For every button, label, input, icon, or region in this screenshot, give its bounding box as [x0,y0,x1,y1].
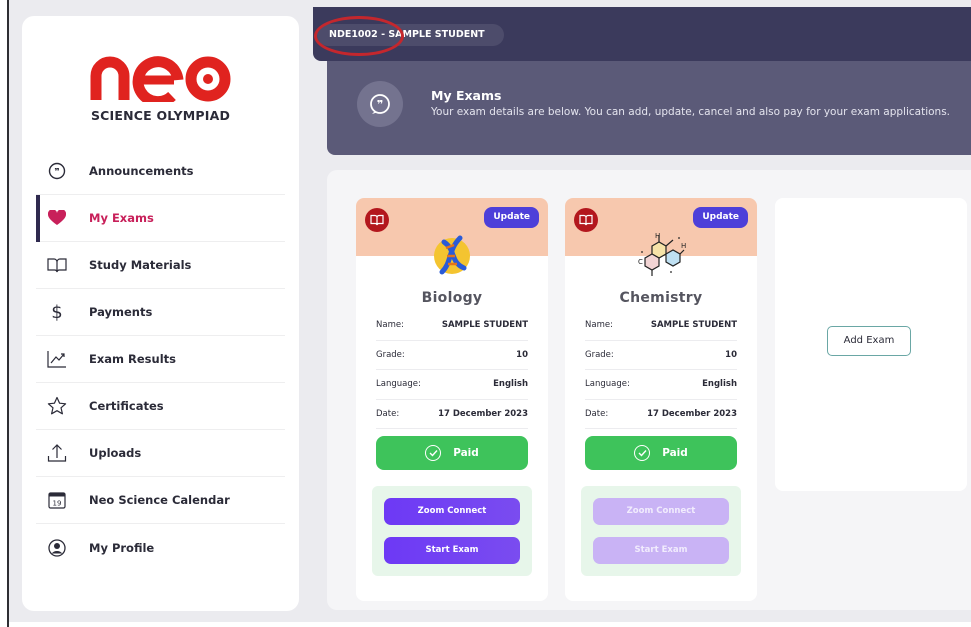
detail-key: Grade: [376,349,405,360]
detail-value: English [702,379,737,390]
brand-logo[interactable]: SCIENCE OLYMPIAD [22,52,299,123]
bottom-strip [9,622,971,627]
sidebar-item-label: Announcements [89,164,194,178]
trend-chart-icon [46,348,68,370]
sidebar-item-label: Exam Results [89,352,176,366]
svg-text:$: $ [51,302,62,322]
molecule-label: H [681,242,686,250]
neo-logo-mark [90,56,230,102]
brand-subtitle: SCIENCE OLYMPIAD [90,108,231,123]
update-button[interactable]: Update [693,207,748,228]
calendar-icon: 19 [46,489,68,511]
detail-key: Grade: [585,349,614,360]
dna-icon [434,235,470,275]
sidebar-item-announcements[interactable]: ❞ Announcements [36,148,285,195]
add-exam-button[interactable]: Add Exam [827,326,911,356]
start-exam-button[interactable]: Start Exam [593,537,729,564]
detail-row-language: Language: English [585,370,737,400]
sidebar-item-label: My Exams [89,211,154,225]
sidebar-item-certificates[interactable]: Certificates [36,383,285,430]
svg-text:❞: ❞ [377,98,383,111]
sidebar-item-label: My Profile [89,540,155,555]
detail-value: 10 [725,349,737,360]
detail-key: Language: [585,379,630,390]
heart-icon [46,207,68,229]
add-exam-card: Add Exam [775,198,967,491]
sidebar-item-label: Study Materials [89,258,192,272]
detail-key: Date: [585,408,609,419]
check-circle-icon [634,445,651,461]
dollar-icon: $ [46,301,68,323]
page-subtitle: Your exam details are below. You can add… [431,106,951,118]
book-icon [365,208,389,232]
sidebar-item-label: Payments [89,305,153,319]
exam-details: Name: SAMPLE STUDENT Grade: 10 Language: En… [585,311,737,429]
detail-value: English [493,379,528,390]
detail-value: SAMPLE STUDENT [650,320,737,331]
sidebar-item-calendar[interactable]: 19 Neo Science Calendar [36,477,285,524]
sidebar-item-my-exams[interactable]: My Exams [36,195,285,242]
exam-details: Name: SAMPLE STUDENT Grade: 10 Language: En… [376,311,528,429]
svg-text:❞: ❞ [54,168,59,178]
detail-row-date: Date: 17 December 2023 [585,400,737,429]
active-indicator [36,195,40,242]
sidebar-item-label: Uploads [89,446,142,460]
upload-icon [46,442,68,464]
sidebar-item-label: Certificates [89,399,164,413]
quote-bubble-icon: ❞ [357,81,403,127]
detail-row-date: Date: 17 December 2023 [376,400,528,429]
paid-label: Paid [453,447,479,459]
calendar-day: 19 [53,500,62,508]
sidebar-item-uploads[interactable]: Uploads [36,430,285,477]
start-exam-button[interactable]: Start Exam [384,537,520,564]
annotation-circle [314,16,404,56]
sidebar-item-payments[interactable]: $ Payments [36,289,285,336]
paid-label: Paid [662,447,688,459]
sidebar-item-exam-results[interactable]: Exam Results [36,336,285,383]
exam-card-chemistry: Update H H C Chemistry Name: SAMPLE STUDE… [565,198,757,601]
exam-actions: Zoom Connect Start Exam [372,486,532,576]
detail-key: Name: [376,320,404,331]
zoom-connect-button[interactable]: Zoom Connect [593,498,729,525]
exam-card-biology: Update Biology Name: SAMPLE STUDENT Grade… [356,198,548,601]
molecule-label: H [655,232,660,240]
subject-title: Biology [421,290,483,306]
detail-row-name: Name: SAMPLE STUDENT [585,311,737,341]
detail-value: SAMPLE STUDENT [441,320,528,331]
subject-title: Chemistry [619,290,703,306]
molecule-label: C [638,258,643,266]
detail-row-grade: Grade: 10 [376,341,528,370]
detail-row-language: Language: English [376,370,528,400]
detail-value: 17 December 2023 [647,408,737,419]
detail-row-grade: Grade: 10 [585,341,737,370]
check-circle-icon [425,445,442,461]
sidebar-item-label: Neo Science Calendar [89,493,230,507]
sidebar-item-study-materials[interactable]: Study Materials [36,242,285,289]
open-book-icon [46,254,68,276]
detail-key: Language: [376,379,421,390]
paid-status-button[interactable]: Paid [376,436,528,470]
user-icon [46,537,68,559]
update-button[interactable]: Update [484,207,539,228]
detail-row-name: Name: SAMPLE STUDENT [376,311,528,341]
page-title: My Exams [431,88,502,103]
detail-key: Name: [585,320,613,331]
exam-actions: Zoom Connect Start Exam [581,486,741,576]
sidebar: SCIENCE OLYMPIAD ❞ Announcements My Exam… [22,16,299,611]
paid-status-button[interactable]: Paid [585,436,737,470]
quote-bubble-icon: ❞ [46,160,68,182]
star-icon [46,395,68,417]
book-icon [574,208,598,232]
sidebar-nav: ❞ Announcements My Exams Study Materials… [36,148,285,571]
detail-key: Date: [376,408,400,419]
sidebar-item-my-profile[interactable]: My Profile [36,524,285,571]
molecule-icon: H H C [638,232,686,276]
detail-value: 17 December 2023 [438,408,528,419]
zoom-connect-button[interactable]: Zoom Connect [384,498,520,525]
detail-value: 10 [516,349,528,360]
